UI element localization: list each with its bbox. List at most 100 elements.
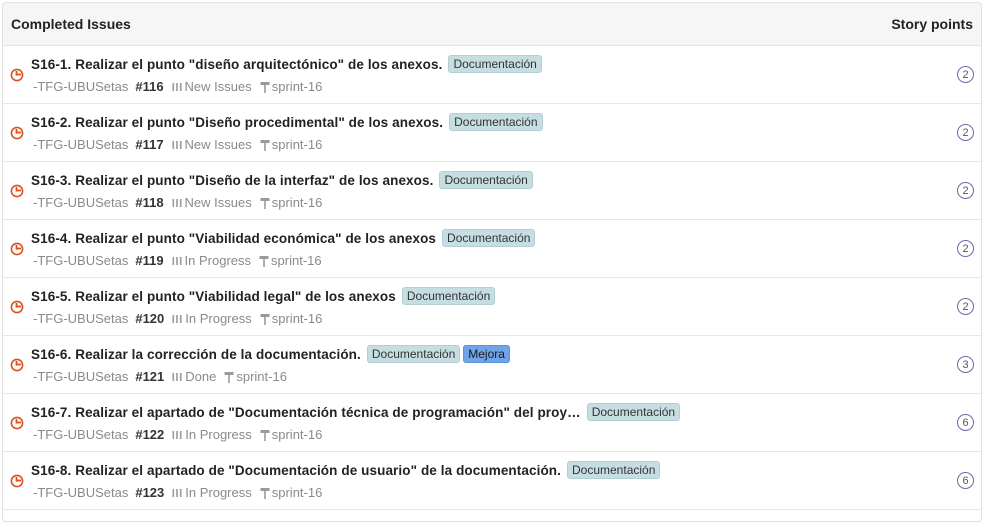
issue-sprint-text[interactable]: sprint-16 bbox=[272, 137, 323, 152]
issue-title[interactable]: S16-8. Realizar el apartado de "Document… bbox=[31, 463, 561, 478]
issue-row[interactable]: S16-6. Realizar la corrección de la docu… bbox=[3, 336, 981, 394]
pipeline-column-icon bbox=[172, 256, 182, 265]
issue-title[interactable]: S16-2. Realizar el punto "Diseño procedi… bbox=[31, 115, 443, 130]
issue-label-documentacin[interactable]: Documentación bbox=[401, 287, 496, 305]
story-points-badge: 6 bbox=[957, 414, 974, 431]
issue-number[interactable]: #120 bbox=[135, 311, 164, 326]
issue-title[interactable]: S16-7. Realizar el apartado de "Document… bbox=[31, 405, 581, 420]
issue-row[interactable]: S16-8. Realizar el apartado de "Document… bbox=[3, 452, 981, 510]
issue-repo[interactable]: -TFG-UBUSetas bbox=[33, 427, 128, 442]
issue-title-line: S16-3. Realizar el punto "Diseño de la i… bbox=[31, 171, 533, 189]
issue-sprint-text[interactable]: sprint-16 bbox=[236, 369, 287, 384]
issue-sprint-text[interactable]: sprint-16 bbox=[271, 253, 322, 268]
issue-title-line: S16-6. Realizar la corrección de la docu… bbox=[31, 345, 510, 363]
issue-sprint: sprint-16 bbox=[260, 137, 323, 152]
issue-title-line: S16-4. Realizar el punto "Viabilidad eco… bbox=[31, 229, 536, 247]
issue-sprint-text[interactable]: sprint-16 bbox=[272, 311, 323, 326]
story-points-badge: 2 bbox=[957, 182, 974, 199]
issue-label-documentacin[interactable]: Documentación bbox=[439, 171, 533, 189]
issue-list: S16-1. Realizar el punto "diseño arquite… bbox=[3, 46, 981, 510]
issue-repo[interactable]: -TFG-UBUSetas bbox=[33, 485, 128, 500]
issue-row[interactable]: S16-3. Realizar el punto "Diseño de la i… bbox=[3, 162, 981, 220]
issue-status-text: New Issues bbox=[184, 79, 252, 94]
issue-sprint-text[interactable]: sprint-16 bbox=[272, 79, 323, 94]
issue-label-documentacin[interactable]: Documentación bbox=[449, 113, 543, 131]
milestone-icon bbox=[260, 197, 270, 209]
issue-title[interactable]: S16-5. Realizar el punto "Viabilidad leg… bbox=[31, 289, 396, 304]
issue-number[interactable]: #123 bbox=[135, 485, 164, 500]
issue-row[interactable]: S16-2. Realizar el punto "Diseño procedi… bbox=[3, 104, 981, 162]
pipeline-column-icon bbox=[172, 140, 182, 149]
issue-status-text: In Progress bbox=[185, 311, 252, 326]
issue-meta: -TFG-UBUSetas #122 In Progress sprint-16 bbox=[33, 427, 322, 442]
issue-meta: -TFG-UBUSetas #123 In Progress sprint-16 bbox=[33, 485, 322, 500]
issue-label-documentacin[interactable]: Documentación bbox=[448, 55, 542, 73]
milestone-icon bbox=[260, 81, 270, 93]
issue-status: In Progress bbox=[172, 253, 251, 268]
issue-meta: -TFG-UBUSetas #119 In Progress sprint-16 bbox=[33, 253, 322, 268]
issue-label-documentacin[interactable]: Documentación bbox=[366, 345, 461, 363]
issue-sprint: sprint-16 bbox=[259, 253, 322, 268]
issue-labels: Documentación bbox=[433, 171, 533, 189]
milestone-icon bbox=[259, 255, 269, 267]
issue-labels: Documentación bbox=[442, 55, 542, 73]
issue-labels: Documentación bbox=[581, 403, 681, 421]
issue-repo[interactable]: -TFG-UBUSetas bbox=[33, 195, 128, 210]
issue-title-line: S16-8. Realizar el apartado de "Document… bbox=[31, 461, 661, 479]
issue-row[interactable]: S16-4. Realizar el punto "Viabilidad eco… bbox=[3, 220, 981, 278]
issue-status-text: In Progress bbox=[184, 253, 252, 268]
issue-repo[interactable]: -TFG-UBUSetas bbox=[33, 253, 128, 268]
issue-number[interactable]: #118 bbox=[135, 195, 163, 210]
issue-sprint-text[interactable]: sprint-16 bbox=[272, 427, 323, 442]
issue-sprint-text[interactable]: sprint-16 bbox=[272, 485, 323, 500]
issue-number[interactable]: #122 bbox=[135, 427, 164, 442]
issue-repo[interactable]: -TFG-UBUSetas bbox=[33, 369, 128, 384]
story-points-badge: 2 bbox=[957, 66, 974, 83]
issue-sprint: sprint-16 bbox=[260, 195, 323, 210]
issue-row[interactable]: S16-1. Realizar el punto "diseño arquite… bbox=[3, 46, 981, 104]
issue-repo[interactable]: -TFG-UBUSetas bbox=[33, 79, 128, 94]
issue-label-documentacin[interactable]: Documentación bbox=[442, 229, 536, 247]
issue-repo[interactable]: -TFG-UBUSetas bbox=[33, 137, 128, 152]
issue-meta: -TFG-UBUSetas #120 In Progress sprint-16 bbox=[33, 311, 322, 326]
issue-meta: -TFG-UBUSetas #117 New Issues sprint-16 bbox=[33, 137, 322, 152]
issue-repo[interactable]: -TFG-UBUSetas bbox=[33, 311, 128, 326]
issue-status-text: In Progress bbox=[185, 485, 252, 500]
closed-issue-icon bbox=[10, 126, 24, 140]
issue-status-text: Done bbox=[185, 369, 217, 384]
issue-label-mejora[interactable]: Mejora bbox=[463, 345, 510, 363]
issue-sprint: sprint-16 bbox=[260, 485, 323, 500]
panel-title: Completed Issues bbox=[11, 16, 131, 32]
issue-title-line: S16-2. Realizar el punto "Diseño procedi… bbox=[31, 113, 543, 131]
issue-label-documentacin[interactable]: Documentación bbox=[586, 403, 681, 421]
issue-sprint: sprint-16 bbox=[224, 369, 287, 384]
completed-issues-panel: Completed Issues Story points S16-1. Rea… bbox=[2, 2, 982, 522]
issue-meta: -TFG-UBUSetas #121 Done sprint-16 bbox=[33, 369, 287, 384]
closed-issue-icon bbox=[10, 242, 24, 256]
issue-label-documentacin[interactable]: Documentación bbox=[567, 461, 661, 479]
closed-issue-icon bbox=[10, 184, 24, 198]
issue-labels: Documentación Mejora bbox=[361, 345, 510, 363]
closed-issue-icon bbox=[10, 474, 24, 488]
issue-title[interactable]: S16-4. Realizar el punto "Viabilidad eco… bbox=[31, 231, 436, 246]
issue-status: New Issues bbox=[172, 79, 252, 94]
issue-title[interactable]: S16-1. Realizar el punto "diseño arquite… bbox=[31, 57, 442, 72]
issue-status: In Progress bbox=[172, 311, 252, 326]
story-points-column-header: Story points bbox=[891, 16, 973, 32]
issue-status-text: New Issues bbox=[184, 195, 252, 210]
closed-issue-icon bbox=[10, 416, 24, 430]
issue-row[interactable]: S16-7. Realizar el apartado de "Document… bbox=[3, 394, 981, 452]
story-points-badge: 2 bbox=[957, 298, 974, 315]
issue-sprint: sprint-16 bbox=[260, 427, 323, 442]
milestone-icon bbox=[224, 371, 234, 383]
issue-row[interactable]: S16-5. Realizar el punto "Viabilidad leg… bbox=[3, 278, 981, 336]
pipeline-column-icon bbox=[172, 372, 182, 381]
issue-title[interactable]: S16-3. Realizar el punto "Diseño de la i… bbox=[31, 173, 433, 188]
issue-title-line: S16-5. Realizar el punto "Viabilidad leg… bbox=[31, 287, 496, 305]
issue-title[interactable]: S16-6. Realizar la corrección de la docu… bbox=[31, 347, 361, 362]
issue-number[interactable]: #116 bbox=[135, 79, 163, 94]
issue-number[interactable]: #117 bbox=[135, 137, 163, 152]
issue-number[interactable]: #119 bbox=[135, 253, 163, 268]
issue-sprint-text[interactable]: sprint-16 bbox=[272, 195, 323, 210]
issue-number[interactable]: #121 bbox=[135, 369, 164, 384]
